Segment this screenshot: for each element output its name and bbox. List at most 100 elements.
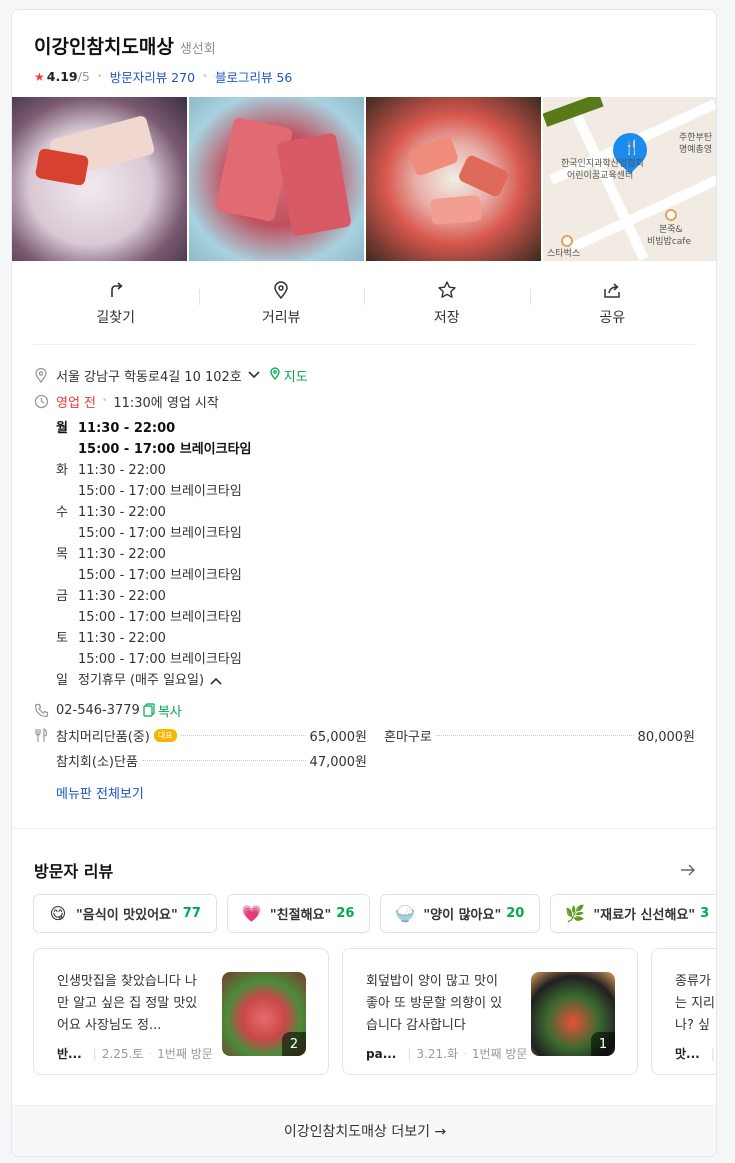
hours-day: 수 xyxy=(56,505,68,520)
business-status-detail: 11:30에 영업 시작 xyxy=(113,395,219,411)
review-keyword-chips: 😋 "음식이 맛있어요" 77 💗 "친절해요" 26 🍚 "양이 많아요" 2… xyxy=(33,894,716,933)
rating-max: /5 xyxy=(77,69,90,84)
hours-day: 토 xyxy=(56,631,68,646)
hours-break: 15:00 - 17:00 브레이크타임 xyxy=(78,568,242,583)
save-label: 저장 xyxy=(433,309,460,326)
chip-count: 26 xyxy=(336,906,355,921)
chevron-down-icon[interactable] xyxy=(248,368,260,383)
photo-3[interactable] xyxy=(366,97,541,261)
signature-badge: 대표 xyxy=(153,729,177,742)
more-button[interactable]: 이강인참치도매상 더보기 → xyxy=(12,1105,716,1156)
map-thumbnail[interactable]: 🍴 한국인지과학산업협회 어린이꿈교육센터 주한부탄 명예총영 본죽& 비빔밥c… xyxy=(543,97,716,261)
chip-count: 20 xyxy=(506,906,525,921)
review-photo[interactable]: 1 xyxy=(531,972,615,1056)
place-info: 서울 강남구 학동로4길 10 102호 지도 영업 전 • 11:30에 영업… xyxy=(33,362,695,802)
keyword-chip[interactable]: 💗 "친절해요" 26 xyxy=(226,894,371,933)
hours-break-wed: 15:00 - 17:00 브레이크타임 xyxy=(56,523,695,544)
review-card[interactable]: 인생맛집을 찾았습니다 나만 알고 싶은 집 정말 맛있어요 사장님도 정...… xyxy=(33,948,329,1075)
map-poi-icon xyxy=(665,209,677,221)
copy-phone-button[interactable]: 복사 xyxy=(158,701,182,720)
hours-row-wed: 수 11:30 - 22:00 xyxy=(56,502,695,523)
business-status: 영업 전 xyxy=(56,395,97,411)
address-row: 서울 강남구 학동로4길 10 102호 지도 xyxy=(33,362,695,388)
directions-button[interactable]: 길찾기 xyxy=(33,261,199,344)
review-card[interactable]: 종류가 는 지리 나? 싶었 맛... | xyxy=(651,948,716,1075)
hours-break: 15:00 - 17:00 브레이크타임 xyxy=(78,484,242,499)
location-pin-icon xyxy=(33,367,49,383)
directions-label: 길찾기 xyxy=(96,309,136,326)
hours-open: 11:30 - 22:00 xyxy=(78,631,166,646)
phone-icon xyxy=(33,702,49,718)
photo-strip: 🍴 한국인지과학산업협회 어린이꿈교육센터 주한부탄 명예총영 본죽& 비빔밥c… xyxy=(12,97,716,261)
menu-item: 혼마구로 80,000원 xyxy=(384,723,695,748)
map-label: 어린이꿈교육센터 xyxy=(567,171,634,181)
place-title[interactable]: 이강인참치도매상 xyxy=(34,32,174,59)
heart-icon: 💗 xyxy=(241,904,262,923)
hours-open: 11:30 - 22:00 xyxy=(78,589,166,604)
star-icon xyxy=(436,279,458,301)
leaf-icon: 🌿 xyxy=(565,904,586,923)
hours-break: 15:00 - 17:00 브레이크타임 xyxy=(78,652,242,667)
map-poi-icon xyxy=(561,235,573,247)
hours-break-sat: 15:00 - 17:00 브레이크타임 xyxy=(56,649,695,670)
chip-count: 3 xyxy=(700,906,710,921)
share-label: 공유 xyxy=(599,309,626,326)
rice-bowl-icon: 🍚 xyxy=(395,904,416,923)
review-visit: 1번째 방문 xyxy=(471,1047,528,1061)
hours-closed: 정기휴무 (매주 일요일) xyxy=(78,673,205,688)
rating-star-icon: ★ xyxy=(34,69,45,84)
place-category: 생선회 xyxy=(179,42,216,57)
full-menu-link[interactable]: 메뉴판 전체보기 xyxy=(56,783,144,802)
hours-row-sat: 토 11:30 - 22:00 xyxy=(56,628,695,649)
share-button[interactable]: 공유 xyxy=(529,261,696,344)
hours-open: 11:30 - 22:00 xyxy=(78,463,166,478)
keyword-chip[interactable]: 🌿 "재료가 신선해요" 3 xyxy=(550,894,716,933)
chip-text: "친절해요" xyxy=(269,908,332,923)
hours-day: 일 xyxy=(56,673,68,688)
review-date: 3.21.화 xyxy=(416,1047,458,1061)
review-text: 인생맛집을 찾았습니다 나만 알고 싶은 집 정말 맛있어요 사장님도 정... xyxy=(57,974,198,1033)
chevron-up-icon[interactable] xyxy=(210,677,222,685)
review-photo[interactable]: 2 xyxy=(222,972,306,1056)
street-view-button[interactable]: 거리뷰 xyxy=(198,261,365,344)
review-text: 종류가 는 지리 나? 싶었 xyxy=(675,974,716,1033)
blog-reviews-link[interactable]: 블로그리뷰 56 xyxy=(215,67,292,86)
hours-open: 11:30 - 22:00 xyxy=(78,505,166,520)
hours-day: 금 xyxy=(56,589,68,604)
map-link[interactable]: 지도 xyxy=(284,366,308,385)
separator-dot: • xyxy=(102,396,108,406)
chip-text: "양이 많아요" xyxy=(423,908,502,923)
review-card[interactable]: 회덮밥이 양이 많고 맛이 좋아 또 방문할 의향이 있습니다 감사합니다 pa… xyxy=(342,948,638,1075)
hours-row-mon: 월 11:30 - 22:00 xyxy=(56,418,695,439)
menu-item: 참치회(소)단품 47,000원 xyxy=(56,748,367,773)
visitor-reviews-link[interactable]: 방문자리뷰 270 xyxy=(110,67,195,86)
menu-item: 참치머리단품(중) 대표 65,000원 xyxy=(56,723,367,748)
hours-open: 11:30 - 22:00 xyxy=(78,421,176,436)
status-row: 영업 전 • 11:30에 영업 시작 xyxy=(33,388,695,414)
place-header: 이강인참치도매상 생선회 ★ 4.19 /5 • 방문자리뷰 270 • 블로그… xyxy=(12,10,716,97)
hours-break-tue: 15:00 - 17:00 브레이크타임 xyxy=(56,481,695,502)
review-date: 2.25.토 xyxy=(101,1047,144,1061)
photo-count: 1 xyxy=(591,1032,615,1056)
photo-1[interactable] xyxy=(12,97,187,261)
place-card: 이강인참치도매상 생선회 ★ 4.19 /5 • 방문자리뷰 270 • 블로그… xyxy=(11,9,717,1157)
action-bar: 길찾기 거리뷰 저장 공유 xyxy=(33,261,695,345)
photo-count: 2 xyxy=(282,1032,306,1056)
menu-item-name: 혼마구로 xyxy=(384,730,432,745)
map-pin-green-icon xyxy=(269,366,281,384)
phone-number[interactable]: 02-546-3779 xyxy=(56,703,140,718)
photo-2[interactable] xyxy=(189,97,364,261)
hours-day: 화 xyxy=(56,463,68,478)
yum-face-icon: 😋 xyxy=(49,904,67,923)
clock-icon xyxy=(33,393,49,409)
fork-knife-icon xyxy=(33,727,49,743)
save-button[interactable]: 저장 xyxy=(364,261,530,344)
hours-open: 11:30 - 22:00 xyxy=(78,547,166,562)
keyword-chip[interactable]: 🍚 "양이 많아요" 20 xyxy=(380,894,541,933)
copy-icon xyxy=(143,703,155,717)
keyword-chip[interactable]: 😋 "음식이 맛있어요" 77 xyxy=(33,894,217,933)
map-label: 주한부탄 xyxy=(679,133,713,143)
separator-dot: • xyxy=(202,71,208,82)
map-label: 비빔밥cafe xyxy=(647,237,692,247)
arrow-right-icon[interactable] xyxy=(680,861,696,880)
